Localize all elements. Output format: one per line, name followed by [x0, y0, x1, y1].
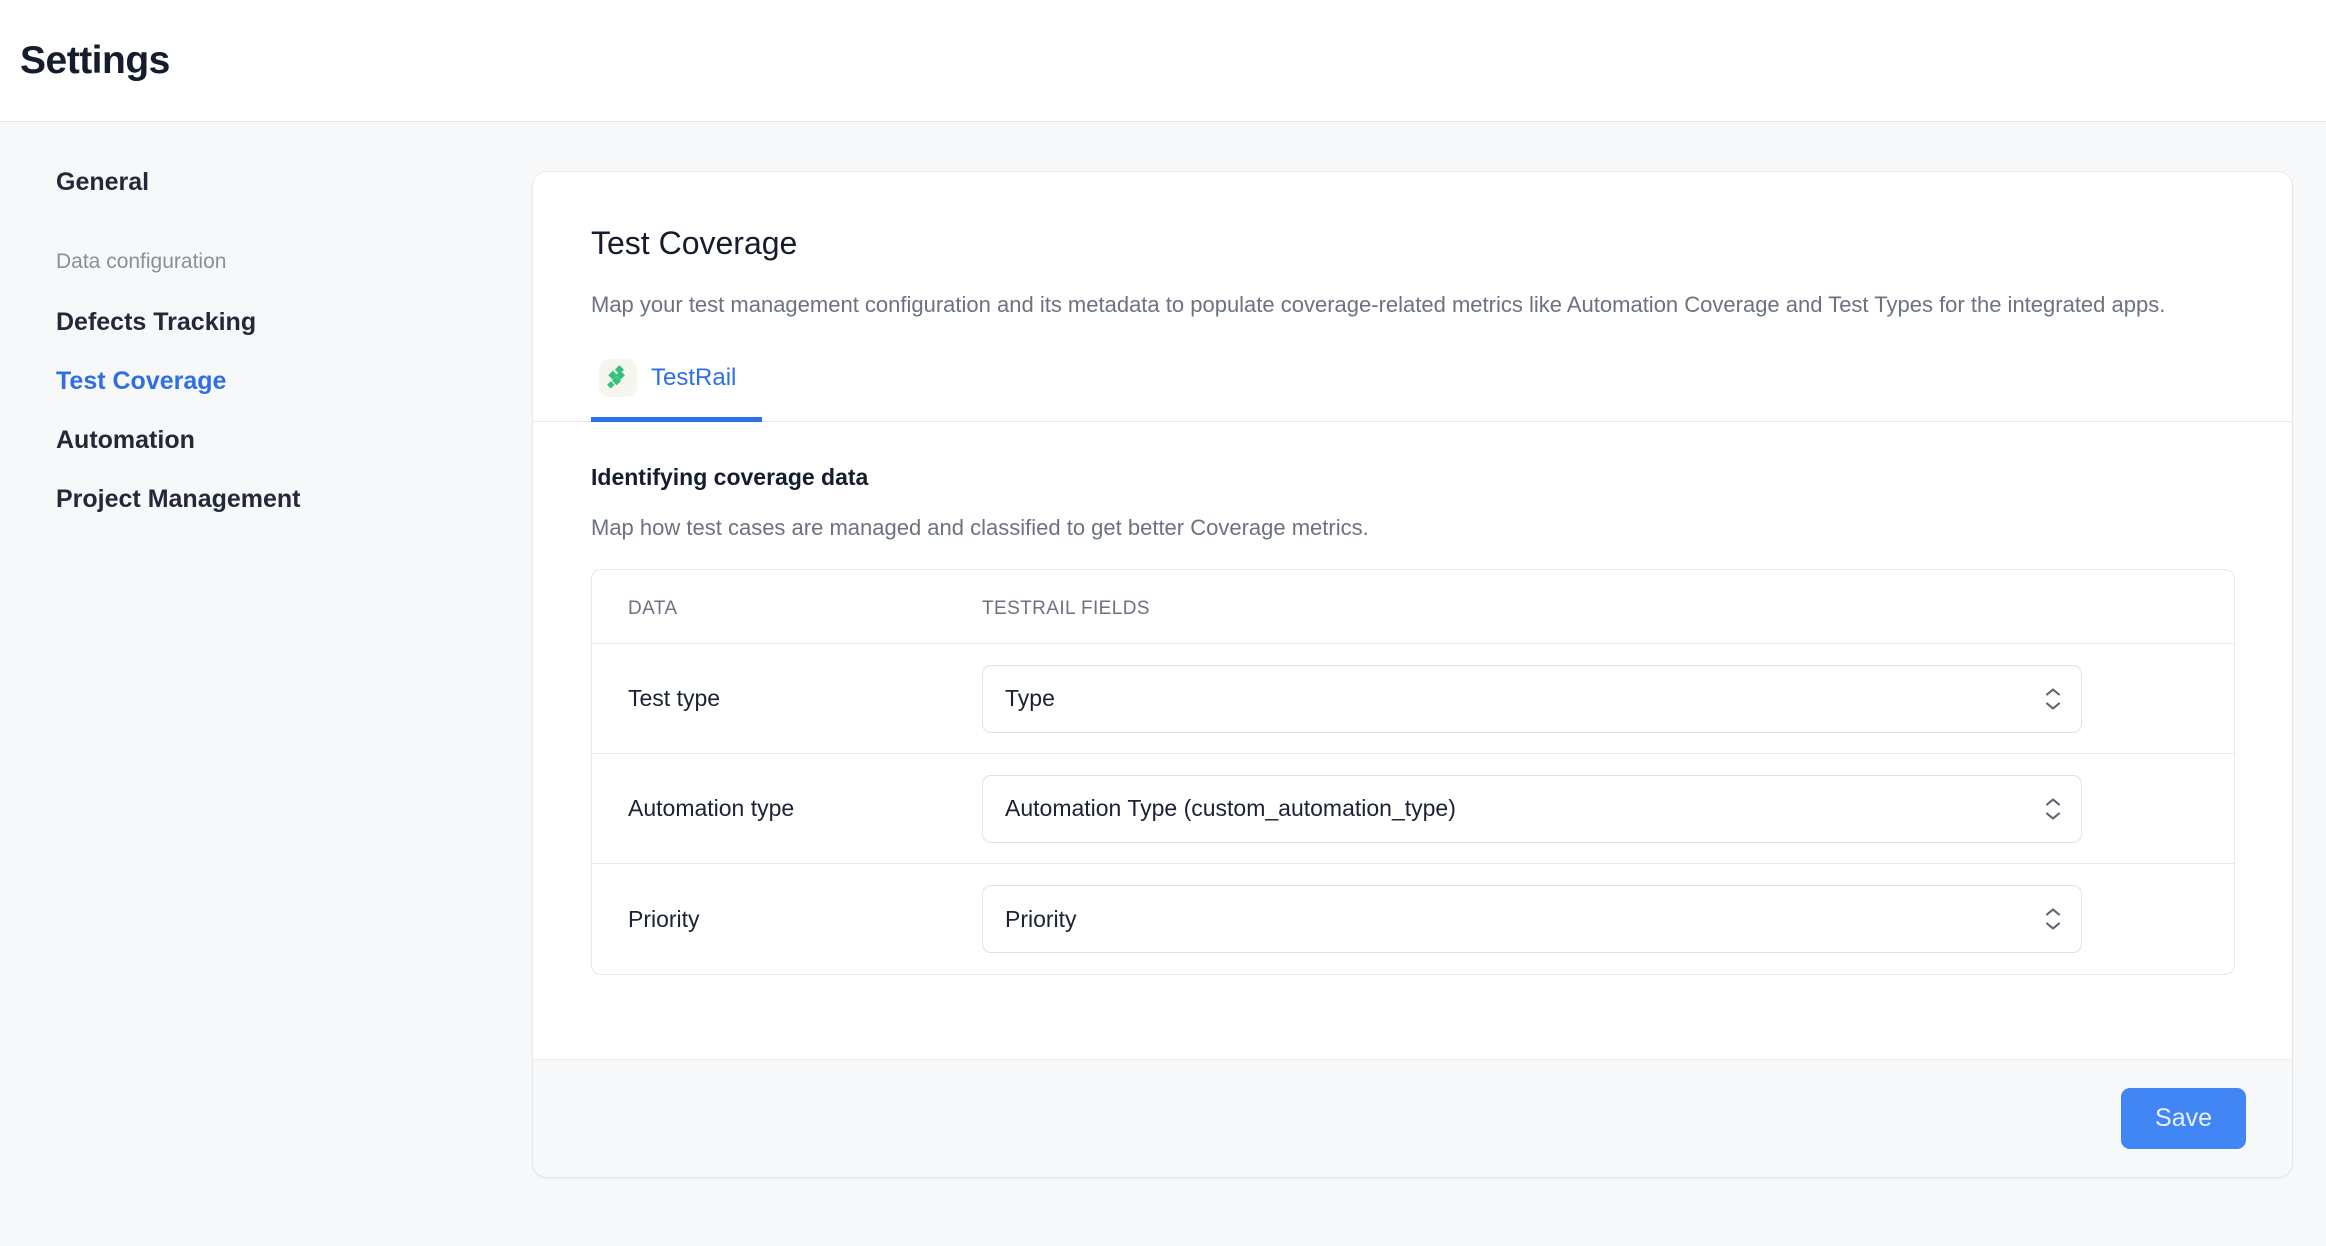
column-header-data: DATA: [628, 598, 982, 620]
card-title: Test Coverage: [591, 224, 2234, 262]
table-row: Test type Type: [592, 644, 2234, 754]
identifying-coverage-section: Identifying coverage data Map how test c…: [533, 422, 2292, 975]
select-test-type[interactable]: Type: [982, 665, 2082, 733]
chevron-up-down-icon: [2045, 687, 2061, 710]
table-header-row: DATA TESTRAIL FIELDS: [592, 570, 2234, 644]
section-title: Identifying coverage data: [591, 464, 2234, 491]
page-title: Settings: [20, 39, 170, 83]
sidebar-item-test-coverage[interactable]: Test Coverage: [56, 369, 533, 394]
card-footer: Save: [533, 1059, 2292, 1177]
sidebar-spacer-2: [56, 394, 533, 428]
card-description: Map your test management configuration a…: [591, 289, 2231, 321]
select-automation-type[interactable]: Automation Type (custom_automation_type): [982, 775, 2082, 843]
select-priority[interactable]: Priority: [982, 885, 2082, 953]
sidebar-spacer-1: [56, 335, 533, 369]
chevron-up-down-icon: [2045, 797, 2061, 820]
testrail-icon: [599, 359, 637, 397]
row-label-priority: Priority: [628, 906, 982, 933]
select-automation-type-value: Automation Type (custom_automation_type): [1005, 795, 1456, 822]
row-label-test-type: Test type: [628, 685, 982, 712]
table-row: Automation type Automation Type (custom_…: [592, 754, 2234, 864]
column-header-testrail-fields: TESTRAIL FIELDS: [982, 598, 2198, 620]
row-field-test-type: Type: [982, 665, 2198, 733]
card-spacer: [533, 975, 2292, 1059]
sidebar-spacer-3: [56, 453, 533, 487]
sidebar-item-project-management[interactable]: Project Management: [56, 487, 533, 512]
tab-testrail-label: TestRail: [651, 364, 736, 392]
sidebar-item-defects-tracking[interactable]: Defects Tracking: [56, 310, 533, 335]
row-field-automation-type: Automation Type (custom_automation_type): [982, 775, 2198, 843]
table-row: Priority Priority: [592, 864, 2234, 974]
sidebar-item-general[interactable]: General: [56, 170, 533, 195]
app-header: Settings: [0, 0, 2326, 122]
sidebar-section-data-configuration: Data configuration: [56, 251, 533, 272]
row-label-automation-type: Automation type: [628, 795, 982, 822]
sidebar-item-automation[interactable]: Automation: [56, 428, 533, 453]
card-header-area: Test Coverage Map your test management c…: [533, 172, 2292, 422]
main-content: Test Coverage Map your test management c…: [533, 122, 2326, 1246]
section-description: Map how test cases are managed and class…: [591, 515, 2234, 541]
row-field-priority: Priority: [982, 885, 2198, 953]
chevron-up-down-icon: [2045, 908, 2061, 931]
integration-tabs: TestRail: [533, 351, 2292, 422]
settings-sidebar: General Data configuration Defects Track…: [0, 122, 533, 1246]
select-test-type-value: Type: [1005, 685, 1055, 712]
coverage-mapping-table: DATA TESTRAIL FIELDS Test type Type: [591, 569, 2235, 975]
select-priority-value: Priority: [1005, 906, 1077, 933]
test-coverage-card: Test Coverage Map your test management c…: [533, 172, 2292, 1177]
page-layout: General Data configuration Defects Track…: [0, 122, 2326, 1246]
tab-testrail[interactable]: TestRail: [591, 351, 762, 422]
save-button[interactable]: Save: [2121, 1088, 2246, 1149]
